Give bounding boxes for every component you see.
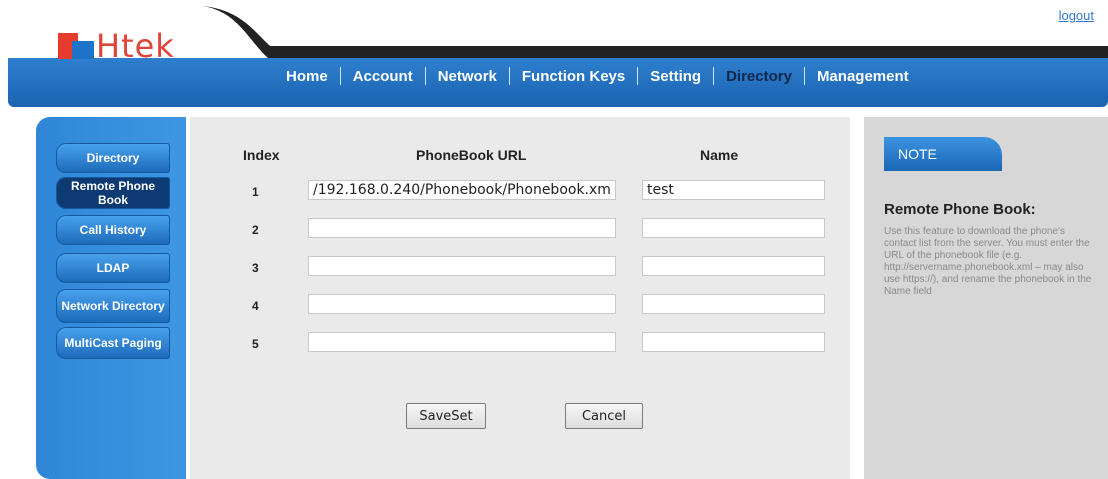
- row-index: 1: [252, 185, 259, 199]
- nav-directory[interactable]: Directory: [714, 68, 804, 85]
- sidebar-item-remote-phone-book[interactable]: Remote Phone Book: [56, 177, 170, 209]
- sidebar-item-directory[interactable]: Directory: [56, 143, 170, 173]
- phonebook-name-input-2[interactable]: [642, 218, 825, 238]
- row-index: 5: [252, 337, 259, 351]
- cancel-button[interactable]: Cancel: [565, 403, 643, 429]
- phonebook-url-input-2[interactable]: [308, 218, 616, 238]
- nav-home[interactable]: Home: [274, 68, 340, 85]
- header: Htek Home Account Network Function Keys …: [8, 0, 1108, 107]
- row-index: 2: [252, 223, 259, 237]
- column-header-name: Name: [700, 147, 739, 163]
- note-text: Use this feature to download the phone's…: [884, 226, 1092, 297]
- main-nav: Home Account Network Function Keys Setti…: [274, 66, 921, 86]
- phonebook-name-input-4[interactable]: [642, 294, 825, 314]
- sidebar: Directory Remote Phone Book Call History…: [36, 117, 186, 479]
- nav-function-keys[interactable]: Function Keys: [510, 68, 637, 85]
- nav-account[interactable]: Account: [341, 68, 425, 85]
- logout-link[interactable]: logout: [1059, 8, 1094, 23]
- phonebook-url-input-3[interactable]: [308, 256, 616, 276]
- nav-management[interactable]: Management: [805, 68, 921, 85]
- phonebook-name-input-3[interactable]: [642, 256, 825, 276]
- logo-text: Htek: [96, 27, 175, 65]
- sidebar-item-multicast-paging[interactable]: MultiCast Paging: [56, 327, 170, 359]
- phonebook-name-input-5[interactable]: [642, 332, 825, 352]
- nav-network[interactable]: Network: [426, 68, 509, 85]
- phonebook-url-input-5[interactable]: [308, 332, 616, 352]
- save-button[interactable]: SaveSet: [406, 403, 486, 429]
- sidebar-item-ldap[interactable]: LDAP: [56, 253, 170, 283]
- nav-setting[interactable]: Setting: [638, 68, 713, 85]
- sidebar-item-network-directory[interactable]: Network Directory: [56, 289, 170, 323]
- row-index: 4: [252, 299, 259, 313]
- sidebar-item-call-history[interactable]: Call History: [56, 215, 170, 245]
- note-title: Remote Phone Book:: [884, 201, 1036, 218]
- column-header-index: Index: [243, 147, 280, 163]
- note-tab: NOTE: [884, 137, 1002, 171]
- htek-logo: Htek: [58, 30, 175, 62]
- column-header-url: PhoneBook URL: [416, 147, 527, 163]
- note-panel: NOTE Remote Phone Book: Use this feature…: [864, 117, 1108, 479]
- phonebook-name-input-1[interactable]: [642, 180, 825, 200]
- logo-mark-icon: [58, 33, 94, 59]
- phonebook-url-input-4[interactable]: [308, 294, 616, 314]
- phonebook-form: Index PhoneBook URL Name 1 2 3 4 5 SaveS…: [190, 117, 850, 479]
- row-index: 3: [252, 261, 259, 275]
- phonebook-url-input-1[interactable]: [308, 180, 616, 200]
